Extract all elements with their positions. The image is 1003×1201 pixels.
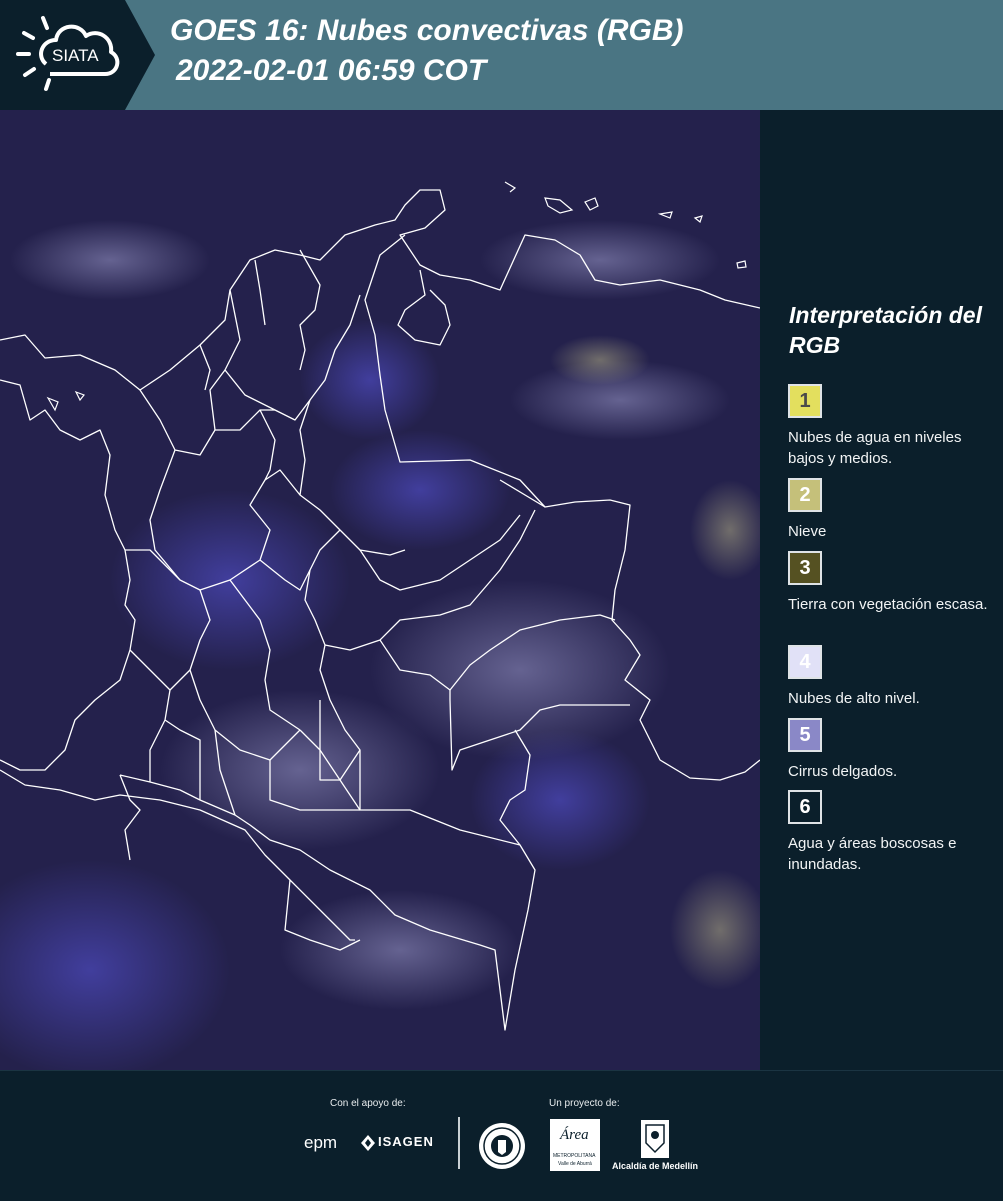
area-logo-subtext: METROPOLITANA (553, 1153, 596, 1159)
page-title: GOES 16: Nubes convectivas (RGB) (170, 14, 684, 47)
legend-item-2: 2 Nieve (788, 478, 998, 542)
legend-swatch: 4 (788, 645, 822, 679)
area-metropolitana-logo: Área METROPOLITANA Valle de Aburrá (550, 1119, 600, 1171)
footer-divider (458, 1117, 460, 1169)
siata-logo: SIATA (0, 0, 155, 110)
header-bar: SIATA GOES 16: Nubes convectivas (RGB) 2… (0, 0, 1003, 110)
support-caption: Con el apoyo de: (330, 1098, 406, 1109)
legend-item-1: 1 Nubes de agua en niveles bajos y medio… (788, 384, 998, 469)
isagen-icon (361, 1135, 375, 1151)
legend-item-3: 3 Tierra con vegetación escasa. (788, 551, 998, 615)
legend-label: Nubes de alto nivel. (788, 690, 920, 707)
legend-swatch: 2 (788, 478, 822, 512)
legend-swatch: 6 (788, 790, 822, 824)
legend-item-6: 6 Agua y áreas boscosas e inundadas. (788, 790, 998, 875)
page-timestamp: 2022-02-01 06:59 COT (176, 54, 487, 87)
medellin-seal-icon (479, 1123, 525, 1169)
epm-logo: epm (304, 1133, 338, 1152)
legend-title: Interpretación del RGB (789, 302, 982, 358)
legend-label: Agua y áreas boscosas e inundadas. (788, 835, 957, 873)
legend-label: Nubes de agua en niveles bajos y medios. (788, 429, 962, 467)
legend-swatch: 5 (788, 718, 822, 752)
legend-swatch: 1 (788, 384, 822, 418)
legend-label: Tierra con vegetación escasa. (788, 596, 988, 613)
legend-panel: Interpretación del RGB 1 Nubes de agua e… (760, 110, 1003, 1070)
legend-swatch: 3 (788, 551, 822, 585)
footer-bar: Con el apoyo de: Un proyecto de: epm ISA… (0, 1070, 1003, 1201)
legend-label: Nieve (788, 523, 827, 540)
area-logo-subtext2: Valle de Aburrá (558, 1161, 592, 1167)
siata-logo-text: SIATA (52, 46, 99, 65)
area-logo-text: Área (560, 1127, 589, 1143)
project-caption: Un proyecto de: (549, 1098, 620, 1109)
legend-item-5: 5 Cirrus delgados. (788, 718, 998, 782)
isagen-logo-text: ISAGEN (378, 1134, 434, 1149)
legend-item-4: 4 Nubes de alto nivel. (788, 645, 998, 709)
legend-label: Cirrus delgados. (788, 763, 898, 780)
alcaldia-shield-icon (641, 1120, 669, 1158)
alcaldia-logo-text: Alcaldía de Medellín (612, 1161, 699, 1171)
satellite-map[interactable] (0, 110, 760, 1070)
